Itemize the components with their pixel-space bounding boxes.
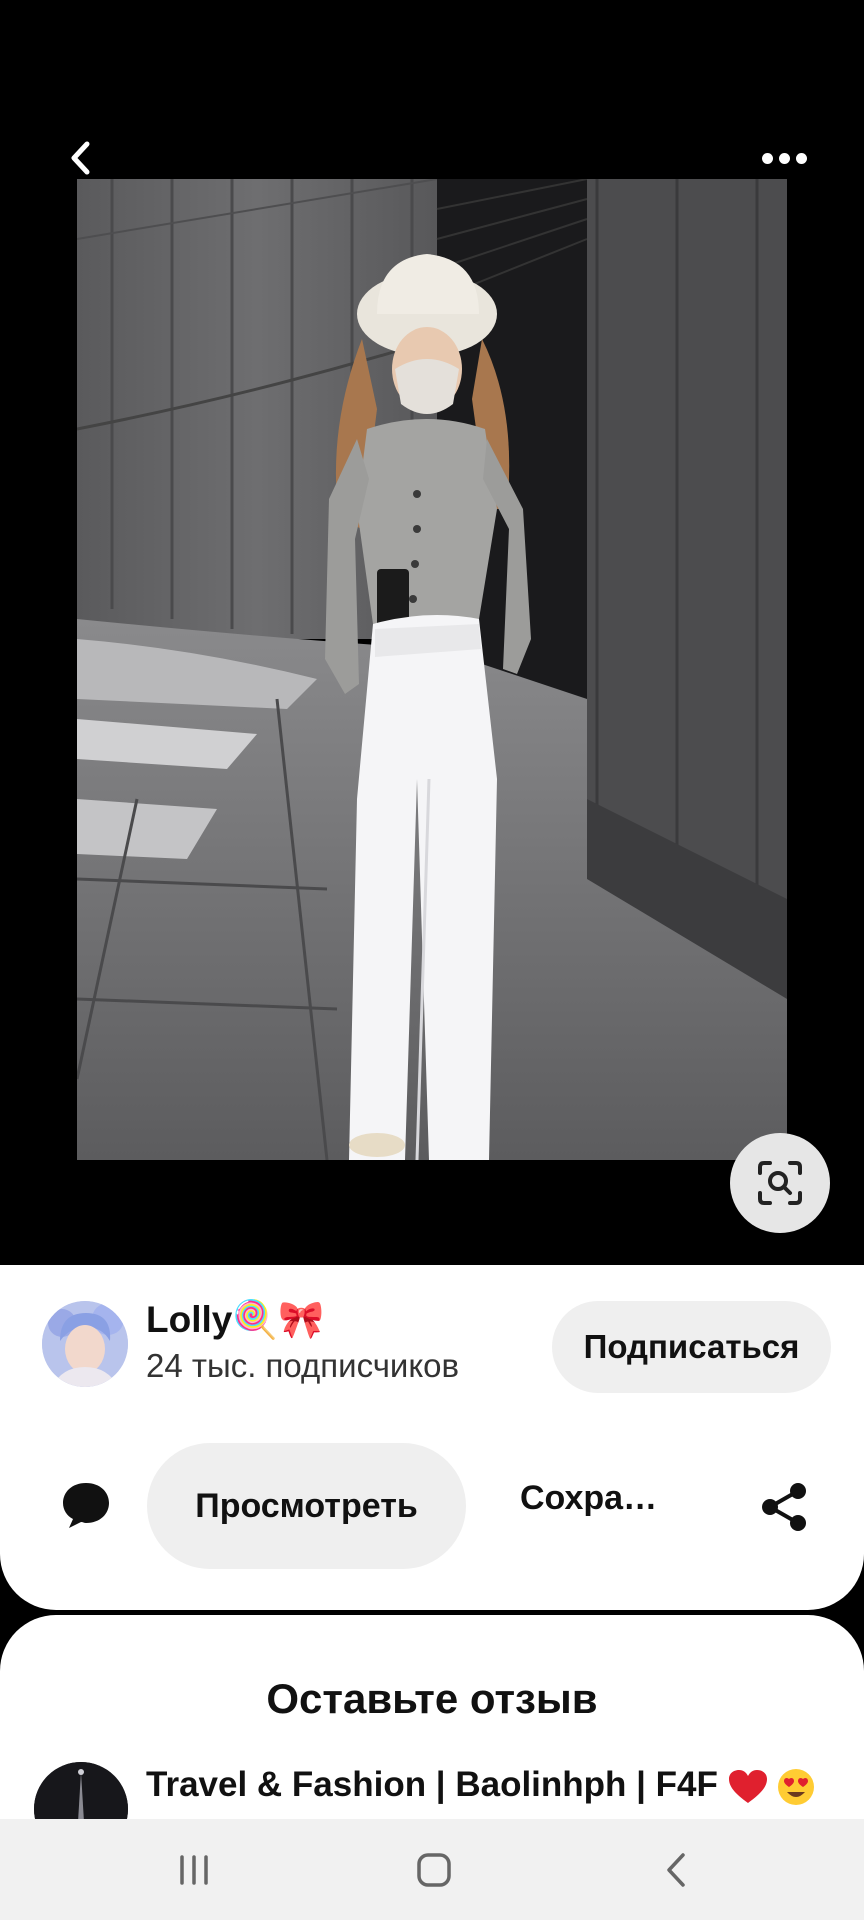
author-avatar[interactable]: [42, 1301, 128, 1387]
comment-button[interactable]: [56, 1475, 116, 1535]
share-button[interactable]: [754, 1477, 814, 1537]
home-button[interactable]: [374, 1819, 494, 1920]
visual-search-icon: [758, 1161, 802, 1205]
author-name[interactable]: Lolly🍭🎀: [146, 1299, 324, 1342]
save-button[interactable]: Сохра…: [520, 1479, 680, 1535]
red-heart-icon: [728, 1769, 767, 1803]
more-dot: [778, 152, 790, 164]
board-name: Travel & Fashion | Baolinhph | F4F: [146, 1765, 718, 1804]
chevron-left-icon: [71, 141, 90, 175]
avatar-illustration: [42, 1301, 128, 1387]
top-bar: [0, 110, 864, 190]
system-back-button[interactable]: [616, 1819, 736, 1920]
board-name-row[interactable]: Travel & Fashion | Baolinhph | F4F: [146, 1765, 815, 1806]
subscribe-button[interactable]: Подписаться: [552, 1301, 831, 1393]
visual-search-button[interactable]: [730, 1133, 830, 1233]
more-dot: [795, 152, 807, 164]
share-icon: [762, 1483, 806, 1531]
recents-button[interactable]: [134, 1819, 254, 1920]
follower-count: 24 тыс. подписчиков: [146, 1347, 460, 1384]
recents-icon: [180, 1854, 208, 1885]
home-icon: [417, 1852, 451, 1887]
view-button[interactable]: Просмотреть: [147, 1443, 466, 1569]
reviews-title: Оставьте отзыв: [266, 1675, 598, 1722]
system-nav-bar: [0, 1819, 864, 1920]
heart-eyes-emoji-icon: [778, 1768, 815, 1805]
comment-icon: [63, 1483, 109, 1528]
back-button[interactable]: [52, 130, 108, 186]
pin-photo-illustration: [77, 179, 787, 1160]
more-horizontal-icon: [761, 152, 773, 164]
pin-image[interactable]: [77, 179, 787, 1160]
pin-details-card: Lolly🍭🎀 24 тыс. подписчиков Подписаться …: [0, 1265, 864, 1610]
back-icon: [667, 1852, 685, 1887]
